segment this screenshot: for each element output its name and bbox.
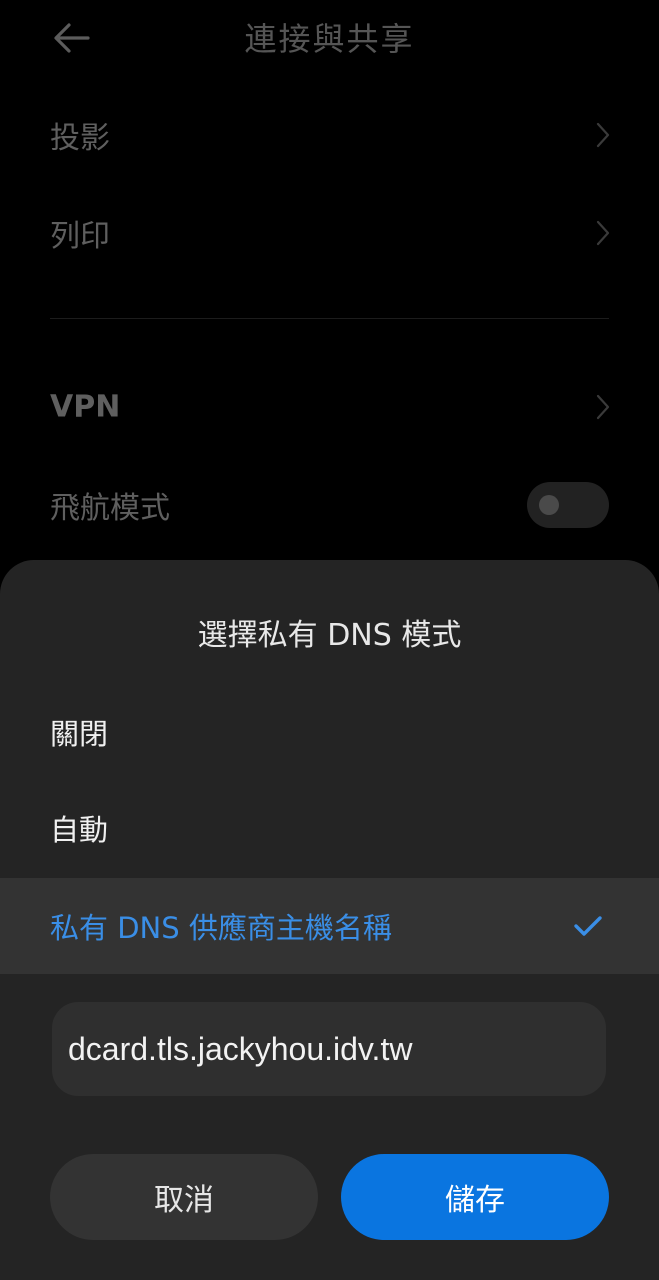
app-header: 連接與共享 [0, 0, 659, 72]
toggle-knob [539, 495, 559, 515]
section-divider [50, 318, 609, 319]
settings-item-label: 飛航模式 [50, 491, 170, 526]
dns-hostname-input[interactable] [52, 1002, 606, 1096]
dns-option-off[interactable]: 關閉 [0, 684, 659, 780]
settings-item-label: VPN [50, 389, 121, 425]
settings-item-print[interactable]: 列印 [0, 188, 659, 278]
checkmark-icon [574, 916, 602, 936]
save-button[interactable]: 儲存 [341, 1154, 609, 1240]
settings-item-vpn[interactable]: VPN [0, 362, 659, 452]
dialog-title: 選擇私有 DNS 模式 [197, 618, 462, 653]
cancel-button[interactable]: 取消 [50, 1154, 318, 1240]
settings-item-label: 投影 [50, 121, 110, 156]
dns-mode-dialog: 選擇私有 DNS 模式 關閉 自動 私有 DNS 供應商主機名稱 取消 儲存 [0, 560, 659, 1280]
option-label: 私有 DNS 供應商主機名稱 [50, 911, 392, 945]
screen: 連接與共享 投影 列印 VPN 飛航模式 選擇私有 DNS 模式 關閉 自動 私… [0, 0, 659, 1280]
dns-option-private-hostname[interactable]: 私有 DNS 供應商主機名稱 [0, 878, 659, 974]
option-label: 自動 [50, 813, 109, 847]
option-label: 關閉 [50, 717, 109, 751]
airplane-mode-toggle[interactable] [527, 482, 609, 528]
settings-item-airplane-mode: 飛航模式 [0, 460, 659, 550]
dns-option-automatic[interactable]: 自動 [0, 780, 659, 876]
page-title: 連接與共享 [244, 20, 415, 58]
chevron-right-icon [596, 394, 610, 420]
settings-item-label: 列印 [50, 219, 110, 254]
settings-item-cast[interactable]: 投影 [0, 90, 659, 180]
chevron-right-icon [596, 220, 610, 246]
chevron-right-icon [596, 122, 610, 148]
